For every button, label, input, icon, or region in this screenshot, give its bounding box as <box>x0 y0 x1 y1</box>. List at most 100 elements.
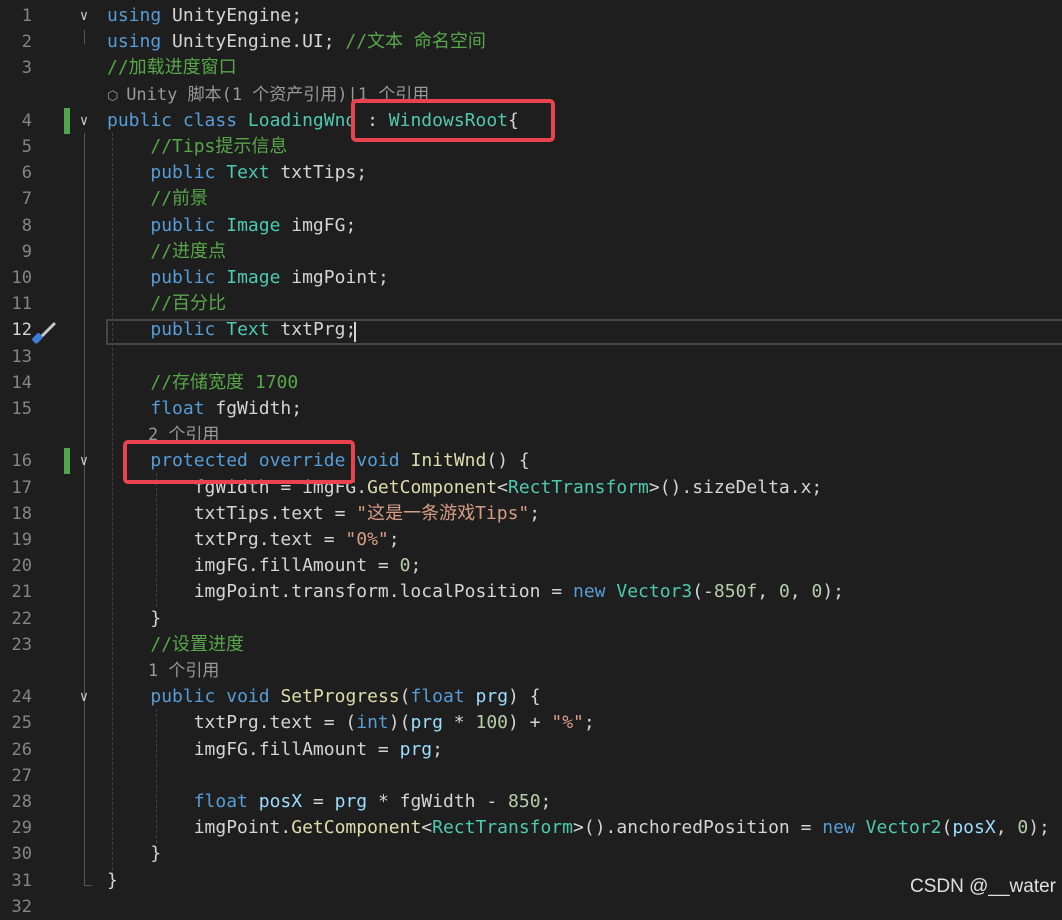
code-text: public Text txtTips; <box>107 160 367 186</box>
change-indicator <box>64 448 70 475</box>
code-line: 8 public Image imgFG; <box>0 213 1062 239</box>
code-token: class <box>182 109 238 131</box>
code-line: 3 //加载进度窗口 <box>0 55 1062 81</box>
code-text: } <box>107 841 161 867</box>
code-token: //设置进度 <box>150 633 245 655</box>
code-line: 1 ∨ using UnityEngine; <box>0 3 1062 29</box>
code-token: SetProgress <box>280 686 400 708</box>
code-token: //存储宽度 1700 <box>150 371 299 393</box>
code-text: //设置进度 <box>107 632 244 658</box>
code-token: prg <box>475 686 509 708</box>
code-token: , <box>995 817 1018 839</box>
code-text: imgFG.fillAmount = 0; <box>107 553 422 579</box>
line-number: 26 <box>11 739 32 760</box>
code-token: void <box>226 686 270 708</box>
code-text: imgFG.fillAmount = prg; <box>107 737 443 763</box>
line-number: 17 <box>11 477 32 498</box>
line-number: 20 <box>11 556 32 577</box>
code-line: 12 public Text txtPrg; <box>0 317 1062 343</box>
code-token: void <box>356 450 400 472</box>
code-token: //百分比 <box>150 293 227 315</box>
highlight-box-base-class <box>351 99 555 142</box>
code-token: new <box>573 581 606 603</box>
fold-toggle-icon[interactable]: ∨ <box>76 108 92 134</box>
code-line: 7 //前景 <box>0 186 1062 212</box>
line-number: 10 <box>11 268 32 288</box>
code-token: imgFG.fillAmount = <box>107 555 400 577</box>
line-number: 12 <box>11 320 32 341</box>
code-token: 0 <box>399 555 411 577</box>
code-token: prg <box>334 791 368 812</box>
code-line: 6 public Text txtTips; <box>0 160 1062 186</box>
code-text: using UnityEngine; <box>107 3 302 29</box>
code-token: //前景 <box>150 188 209 210</box>
code-token: ; <box>388 529 400 550</box>
code-line: 24 ∨ public void SetProgress(float prg) { <box>0 684 1062 710</box>
code-token: prg <box>399 738 433 760</box>
code-token: public <box>150 214 216 236</box>
code-text: txtPrg.text = "0%"; <box>107 527 400 553</box>
code-token: public <box>150 319 216 341</box>
code-token: imgPoint. <box>107 817 292 839</box>
code-token: < <box>497 476 508 498</box>
code-line: 32 <box>0 894 1062 920</box>
code-token: 850f <box>713 581 758 603</box>
line-number: 28 <box>11 792 32 812</box>
code-editor[interactable]: 1 ∨ using UnityEngine; 2 using UnityEngine.U… <box>0 0 1062 917</box>
line-number: 27 <box>11 765 32 786</box>
code-token: () { <box>486 450 530 472</box>
code-token: ) { <box>508 686 541 708</box>
code-text: public Image imgPoint; <box>107 265 388 291</box>
code-token: fgWidth; <box>204 398 303 419</box>
line-number: 7 <box>21 189 32 210</box>
code-token: float <box>410 686 465 708</box>
codelens-label[interactable]: 1 个引用 <box>107 661 219 681</box>
fold-toggle-icon[interactable]: ∨ <box>76 448 92 474</box>
fold-toggle-icon[interactable]: ∨ <box>76 3 92 29</box>
code-token: ; <box>529 502 541 524</box>
code-text: public Image imgFG; <box>107 213 356 239</box>
code-line: 10 public Image imgPoint; <box>0 265 1062 291</box>
code-line: 20 imgFG.fillAmount = 0; <box>0 553 1062 579</box>
code-line: 18 txtTips.text = "这是一条游戏Tips"; <box>0 501 1062 527</box>
fold-toggle-icon[interactable]: ∨ <box>76 684 92 710</box>
code-token: Vector3 <box>616 581 693 603</box>
code-text: //百分比 <box>107 291 226 317</box>
code-line: 27 <box>0 763 1062 789</box>
line-number: 9 <box>21 241 32 262</box>
code-line: 22 } <box>0 606 1062 632</box>
code-token: ; <box>432 738 443 760</box>
code-token: public <box>150 162 216 184</box>
code-line: 14 //存储宽度 1700 <box>0 370 1062 396</box>
code-line: 25 txtPrg.text = (int)(prg * 100) + "%"; <box>0 710 1062 736</box>
code-token: Text <box>226 162 270 184</box>
code-text: //加载进度窗口 <box>107 55 237 81</box>
line-number: 31 <box>11 870 32 891</box>
code-token: //文本 命名空间 <box>345 31 486 53</box>
code-text: txtTips.text = "这是一条游戏Tips"; <box>107 501 540 527</box>
line-number: 11 <box>11 294 32 315</box>
code-token: Text <box>226 319 270 341</box>
screwdriver-icon[interactable] <box>30 320 60 346</box>
code-token: )( <box>388 712 411 734</box>
line-number: 21 <box>11 582 32 603</box>
codelens-text[interactable]: 1 个引用 <box>107 658 219 684</box>
code-token: ; <box>540 791 552 812</box>
code-token: using <box>107 31 162 53</box>
code-line: 15 float fgWidth; <box>0 396 1062 422</box>
line-number: 1 <box>21 6 32 26</box>
